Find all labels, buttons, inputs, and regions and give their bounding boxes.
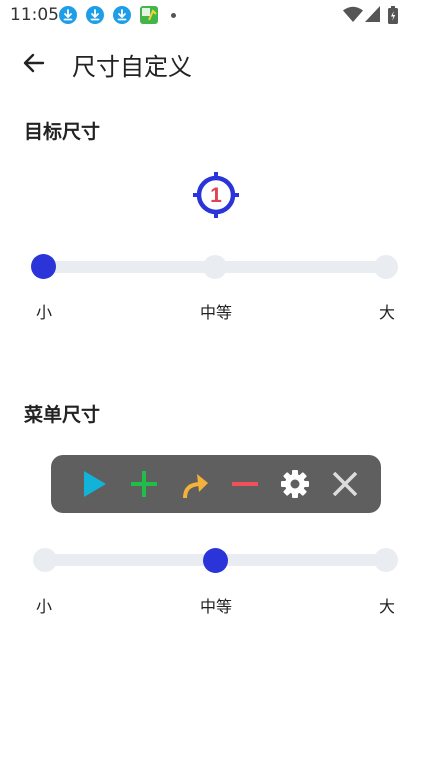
- slider-stop-large[interactable]: [374, 548, 398, 572]
- plus-icon: [131, 471, 157, 497]
- battery-icon: [388, 6, 398, 24]
- minus-icon: [232, 482, 258, 486]
- menu-size-title: 菜单尺寸: [24, 404, 101, 426]
- slider-stop-small[interactable]: [33, 548, 57, 572]
- download-icon: [59, 6, 77, 24]
- redirect-arrow-icon: [183, 474, 208, 499]
- more-dot-icon: [171, 13, 176, 18]
- slider-label-large: 大: [379, 597, 396, 616]
- slider-label-medium: 中等: [200, 597, 233, 616]
- slider-stop-medium[interactable]: [203, 255, 227, 279]
- close-icon: [332, 471, 358, 497]
- arrow-left-icon[interactable]: [20, 49, 48, 77]
- download-icon: [113, 6, 131, 24]
- wifi-icon: [343, 6, 363, 22]
- gear-icon: [281, 470, 309, 498]
- slider-thumb[interactable]: [203, 548, 228, 573]
- target-number: 1: [210, 184, 222, 207]
- slider-stop-large[interactable]: [374, 255, 398, 279]
- page-title: 尺寸自定义: [72, 53, 192, 81]
- target-size-title: 目标尺寸: [24, 121, 101, 143]
- app-notification-icon: [140, 6, 158, 24]
- download-icon: [86, 6, 104, 24]
- crosshair-target-icon: 1: [193, 172, 239, 218]
- slider-label-large: 大: [379, 303, 396, 322]
- menu-preview: [51, 455, 381, 513]
- slider-thumb[interactable]: [31, 254, 56, 279]
- signal-icon: [365, 6, 380, 22]
- app-bar: 尺寸自定义: [0, 32, 432, 92]
- slider-label-small: 小: [36, 597, 53, 616]
- slider-label-small: 小: [36, 303, 53, 322]
- play-icon: [84, 471, 106, 497]
- status-bar: 11:05: [0, 0, 432, 30]
- slider-label-medium: 中等: [200, 303, 233, 322]
- status-time: 11:05: [10, 5, 59, 25]
